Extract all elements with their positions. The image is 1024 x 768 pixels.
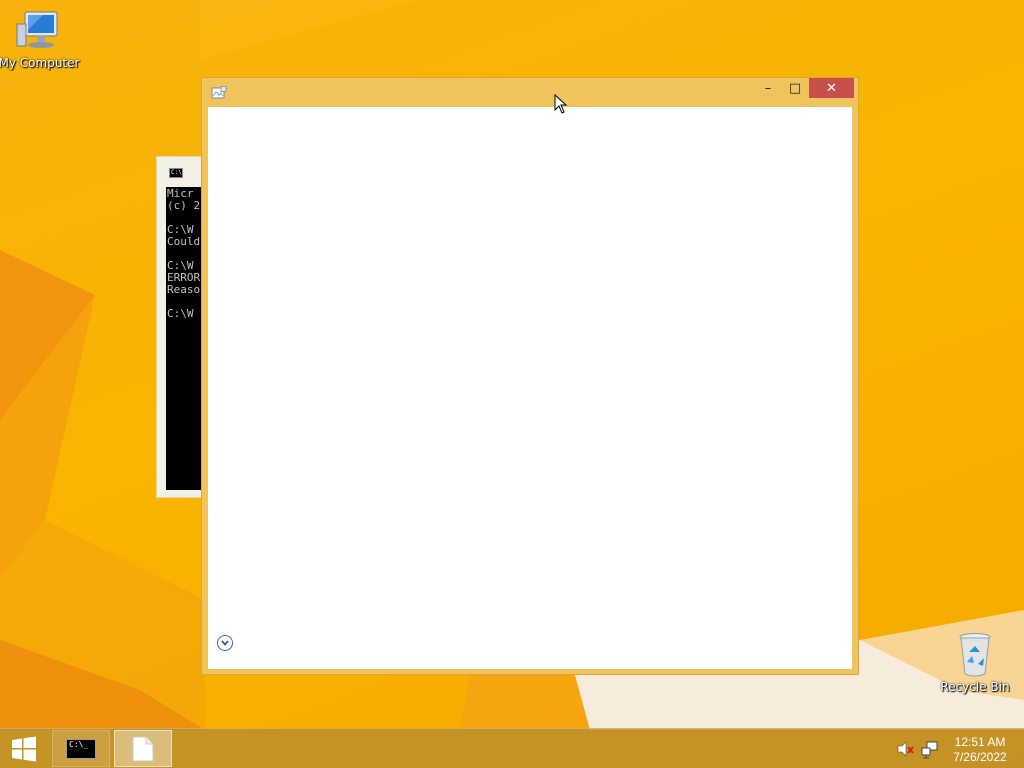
mouse-cursor-icon bbox=[554, 94, 568, 114]
minimize-button[interactable]: – bbox=[755, 78, 781, 98]
minimize-icon: – bbox=[764, 80, 772, 96]
title-bar[interactable]: – □ ✕ bbox=[202, 78, 858, 107]
console-icon: C:\_ bbox=[66, 738, 96, 759]
taskbar-item-document[interactable] bbox=[114, 730, 172, 767]
recycle-bin-icon bbox=[959, 633, 991, 677]
app-icon bbox=[211, 86, 227, 99]
chevron-down-icon bbox=[221, 640, 229, 646]
volume-muted-icon[interactable] bbox=[897, 741, 915, 757]
taskbar: C:\_ 12:51 AM 7/26/2022 bbox=[0, 728, 1024, 768]
desktop-icon-my-computer[interactable]: My Computer bbox=[0, 8, 81, 70]
desktop-icon-recycle-bin[interactable]: Recycle Bin bbox=[933, 632, 1017, 694]
taskbar-item-command-prompt[interactable]: C:\_ bbox=[52, 730, 110, 767]
windows-logo-icon bbox=[12, 736, 36, 762]
window-content bbox=[208, 107, 852, 669]
desktop-icon-label: My Computer bbox=[0, 56, 80, 70]
network-icon[interactable] bbox=[921, 741, 939, 759]
maximize-icon: □ bbox=[788, 80, 802, 96]
desktop-icon-label: Recycle Bin bbox=[940, 680, 1010, 694]
console-icon: C:\ bbox=[169, 168, 183, 178]
expand-button[interactable] bbox=[217, 635, 233, 651]
main-window[interactable]: – □ ✕ bbox=[201, 77, 859, 675]
document-icon bbox=[132, 736, 154, 761]
clock-date: 7/26/2022 bbox=[953, 750, 1007, 764]
maximize-button[interactable]: □ bbox=[782, 78, 808, 98]
close-icon: ✕ bbox=[826, 80, 837, 96]
close-button[interactable]: ✕ bbox=[809, 78, 854, 98]
computer-icon bbox=[16, 11, 58, 48]
start-button[interactable] bbox=[0, 729, 48, 768]
clock-time: 12:51 AM bbox=[954, 735, 1006, 749]
clock[interactable]: 12:51 AM 7/26/2022 bbox=[944, 735, 1016, 765]
desktop: My Computer Recycle Bin C:\ Micr (c) 2 C… bbox=[0, 0, 1024, 768]
